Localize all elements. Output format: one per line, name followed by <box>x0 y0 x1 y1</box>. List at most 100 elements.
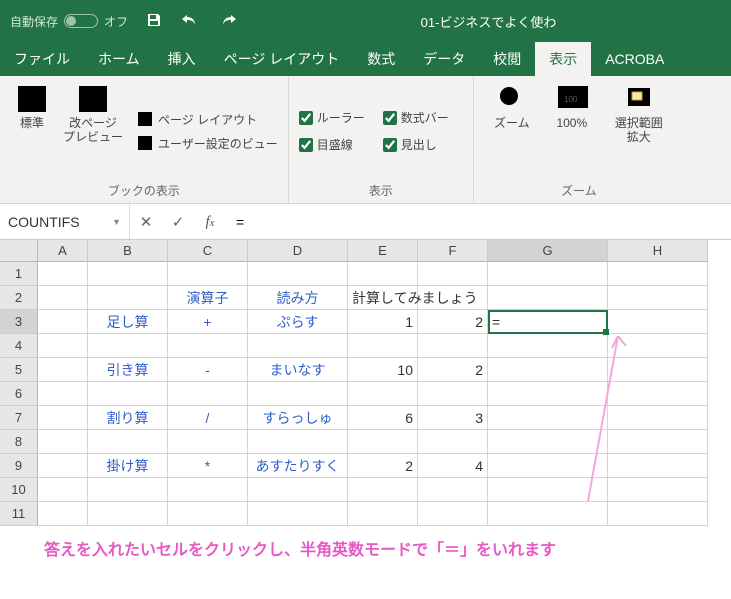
tab-insert[interactable]: 挿入 <box>154 42 210 76</box>
gridlines-checkbox[interactable]: 目盛線 <box>299 136 365 153</box>
redo-icon[interactable] <box>218 12 238 31</box>
cell[interactable] <box>608 478 708 502</box>
name-box[interactable]: COUNTIFS ▼ <box>0 204 130 239</box>
row-head[interactable]: 10 <box>0 478 38 502</box>
col-head-H[interactable]: H <box>608 240 708 262</box>
cell[interactable] <box>38 358 88 382</box>
cell[interactable]: 4 <box>418 454 488 478</box>
page-layout-button[interactable]: ページ レイアウト <box>136 110 278 128</box>
cell[interactable]: すらっしゅ <box>248 406 348 430</box>
ruler-checkbox[interactable]: ルーラー <box>299 109 365 126</box>
cell[interactable]: 掛け算 <box>88 454 168 478</box>
cell[interactable] <box>488 334 608 358</box>
col-head-E[interactable]: E <box>348 240 418 262</box>
zoom-button[interactable]: ズーム <box>484 82 540 180</box>
cell[interactable] <box>38 262 88 286</box>
cell[interactable] <box>608 286 708 310</box>
cell[interactable] <box>488 430 608 454</box>
cell[interactable] <box>608 310 708 334</box>
cell[interactable] <box>608 334 708 358</box>
autosave-toggle[interactable]: 自動保存 オフ <box>0 13 138 30</box>
formula-input[interactable] <box>226 204 731 239</box>
cell[interactable]: ぷらす <box>248 310 348 334</box>
cell[interactable] <box>248 430 348 454</box>
cell[interactable] <box>418 478 488 502</box>
zoom-selection-button[interactable]: 選択範囲 拡大 <box>604 82 674 180</box>
cell[interactable] <box>38 430 88 454</box>
cell[interactable] <box>348 430 418 454</box>
cell[interactable] <box>488 478 608 502</box>
cell[interactable]: 2 <box>418 358 488 382</box>
cell[interactable] <box>38 478 88 502</box>
row-head[interactable]: 9 <box>0 454 38 478</box>
col-head-A[interactable]: A <box>38 240 88 262</box>
cell[interactable] <box>88 286 168 310</box>
tab-view[interactable]: 表示 <box>535 42 591 76</box>
cell[interactable] <box>38 502 88 526</box>
cell[interactable]: 割り算 <box>88 406 168 430</box>
cell[interactable] <box>248 502 348 526</box>
cell[interactable] <box>348 478 418 502</box>
cell[interactable] <box>248 334 348 358</box>
cancel-formula-button[interactable]: ✕ <box>130 213 162 231</box>
tab-pagelayout[interactable]: ページ レイアウト <box>210 42 354 76</box>
cell[interactable] <box>348 334 418 358</box>
cell[interactable]: 1 <box>348 310 418 334</box>
cell[interactable] <box>38 454 88 478</box>
cell[interactable]: まいなす <box>248 358 348 382</box>
insert-function-button[interactable]: fx <box>194 213 226 231</box>
cell[interactable] <box>608 430 708 454</box>
cell[interactable] <box>88 430 168 454</box>
cell-active[interactable]: = <box>488 310 608 334</box>
cell[interactable] <box>418 382 488 406</box>
row-head[interactable]: 3 <box>0 310 38 334</box>
cell[interactable] <box>488 502 608 526</box>
cell[interactable] <box>348 262 418 286</box>
formula-bar-checkbox[interactable]: 数式バー <box>383 109 449 126</box>
headings-checkbox[interactable]: 見出し <box>383 136 449 153</box>
cell[interactable] <box>418 334 488 358</box>
row-head[interactable]: 2 <box>0 286 38 310</box>
cell[interactable] <box>168 430 248 454</box>
cell[interactable] <box>348 382 418 406</box>
cell[interactable]: 演算子 <box>168 286 248 310</box>
cell[interactable] <box>488 406 608 430</box>
cell[interactable] <box>248 382 348 406</box>
cell[interactable] <box>488 382 608 406</box>
undo-icon[interactable] <box>180 12 200 31</box>
cell[interactable] <box>608 406 708 430</box>
row-head[interactable]: 1 <box>0 262 38 286</box>
cell[interactable] <box>488 454 608 478</box>
cell[interactable]: 引き算 <box>88 358 168 382</box>
cell[interactable]: / <box>168 406 248 430</box>
cell[interactable] <box>608 262 708 286</box>
cell[interactable]: 計算してみましょう <box>348 286 418 310</box>
cell[interactable]: 2 <box>418 310 488 334</box>
tab-review[interactable]: 校閲 <box>479 42 535 76</box>
cell[interactable] <box>418 430 488 454</box>
col-head-G[interactable]: G <box>488 240 608 262</box>
cell[interactable] <box>248 262 348 286</box>
normal-view-button[interactable]: 標準 <box>10 82 54 180</box>
cell[interactable] <box>38 310 88 334</box>
cell[interactable] <box>38 334 88 358</box>
col-head-C[interactable]: C <box>168 240 248 262</box>
cell[interactable] <box>38 406 88 430</box>
cell[interactable]: 読み方 <box>248 286 348 310</box>
cell[interactable] <box>168 382 248 406</box>
cell[interactable] <box>608 358 708 382</box>
select-all-corner[interactable] <box>0 240 38 262</box>
cell[interactable]: 2 <box>348 454 418 478</box>
cell[interactable] <box>168 262 248 286</box>
row-head[interactable]: 7 <box>0 406 38 430</box>
cell[interactable] <box>88 262 168 286</box>
row-head[interactable]: 8 <box>0 430 38 454</box>
cell[interactable] <box>38 382 88 406</box>
tab-acrobat[interactable]: ACROBA <box>591 42 678 76</box>
enter-formula-button[interactable]: ✓ <box>162 213 194 231</box>
cell[interactable]: 3 <box>418 406 488 430</box>
cell[interactable] <box>348 502 418 526</box>
cell[interactable] <box>38 286 88 310</box>
cell[interactable] <box>168 334 248 358</box>
cell[interactable] <box>168 502 248 526</box>
